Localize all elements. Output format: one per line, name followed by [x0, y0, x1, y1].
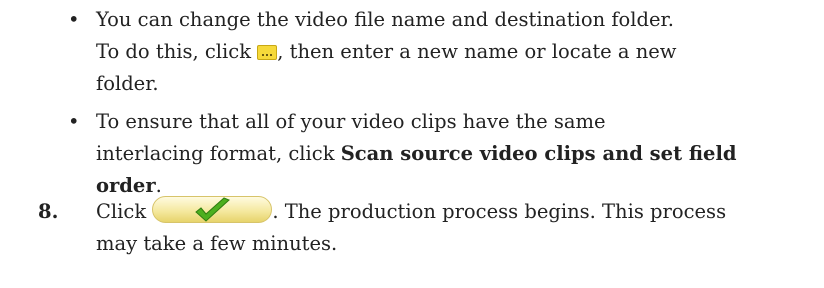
bullet-dot: • — [68, 110, 80, 133]
green-checkmark-ok-icon — [195, 197, 231, 222]
scan-option-label: Scan source video clips and set field — [340, 142, 737, 165]
bullet-line: To ensure that all of your video clips h… — [96, 110, 606, 133]
bullet-line: To do this, click , then enter a new nam… — [96, 36, 820, 68]
bullet-line: You can change the video file name and d… — [96, 8, 674, 31]
text-fragment: interlacing format, click — [96, 142, 341, 165]
text-fragment: , then enter a new name or locate a new — [277, 40, 677, 63]
bullet-dot: • — [68, 8, 80, 31]
text-fragment: . The production process begins. This pr… — [272, 200, 727, 223]
step-number: 8. — [38, 200, 59, 223]
bullet-item-interlacing: • To ensure that all of your video clips… — [68, 106, 820, 202]
step-8: 8. Click . The production process begins… — [38, 196, 818, 260]
text-fragment: To do this, click — [96, 40, 258, 63]
bullet-line: interlacing format, click Scan source vi… — [96, 138, 820, 170]
ok-checkmark-button[interactable] — [152, 196, 273, 223]
step-line: may take a few minutes. — [96, 232, 338, 255]
scan-option-label-cont: order — [96, 174, 156, 197]
bullet-item-rename: • You can change the video file name and… — [68, 4, 820, 100]
bullet-list: • You can change the video file name and… — [68, 4, 820, 202]
bullet-line: folder. — [96, 72, 159, 95]
step-line: Click . The production process begins. T… — [96, 196, 818, 228]
browse-ellipsis-icon[interactable] — [257, 45, 278, 60]
step-body: Click . The production process begins. T… — [38, 196, 818, 260]
text-fragment: . — [155, 174, 162, 197]
text-fragment: Click — [96, 200, 153, 223]
